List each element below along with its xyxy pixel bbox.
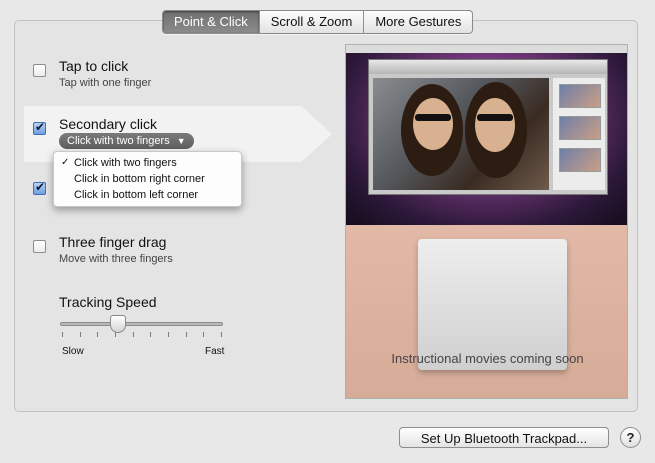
slider-ticks: [62, 332, 222, 338]
three-finger-drag-subtitle: Move with three fingers: [59, 253, 173, 265]
thumbnail: [559, 148, 601, 172]
tab-bar: Point & Click Scroll & Zoom More Gesture…: [162, 10, 474, 34]
look-up-checkbox[interactable]: [33, 180, 46, 195]
tracking-speed-title: Tracking Speed: [59, 294, 157, 310]
slider-tick: [186, 332, 187, 337]
slider-tick: [168, 332, 169, 337]
tab-more-gestures[interactable]: More Gestures: [363, 11, 472, 33]
video-screen: [346, 45, 627, 225]
preview-menubar: [346, 45, 627, 53]
slider-tick: [203, 332, 204, 337]
slider-min-label: Slow: [62, 346, 84, 357]
sunglasses-left: [415, 114, 451, 121]
face-right: [475, 98, 515, 152]
triangle-down-icon: ▼: [176, 136, 186, 146]
menu-item-bottom-right[interactable]: Click in bottom right corner: [54, 171, 241, 187]
menu-item-two-fingers[interactable]: ✓ Click with two fingers: [54, 155, 241, 171]
tracking-speed-slider[interactable]: [60, 315, 223, 333]
setup-bluetooth-trackpad-button[interactable]: Set Up Bluetooth Trackpad...: [399, 427, 609, 448]
secondary-click-menu: ✓ Click with two fingers Click in bottom…: [53, 151, 242, 207]
preview-window-toolbar: [369, 60, 607, 74]
secondary-click-checkbox[interactable]: [33, 120, 46, 135]
menu-item-label: Click with two fingers: [74, 157, 177, 169]
thumbnail: [559, 116, 601, 140]
menu-item-label: Click in bottom right corner: [74, 173, 205, 185]
preview-photo: [373, 78, 549, 190]
secondary-click-popup[interactable]: Click with two fingers ▼: [59, 133, 194, 149]
tab-scroll-and-zoom[interactable]: Scroll & Zoom: [258, 11, 364, 33]
slider-tick: [221, 332, 222, 337]
tap-to-click-subtitle: Tap with one finger: [59, 77, 152, 89]
slider-tick: [150, 332, 151, 337]
three-finger-drag-checkbox[interactable]: [33, 240, 46, 253]
slider-tick: [62, 332, 63, 337]
preview-sidebar: [553, 78, 605, 190]
tab-point-and-click[interactable]: Point & Click: [163, 11, 259, 33]
instructional-video-preview: Instructional movies coming soon: [345, 44, 628, 399]
tap-to-click-title: Tap to click: [59, 58, 129, 74]
preview-window: [368, 59, 608, 195]
face-left: [413, 98, 453, 150]
menu-item-label: Click in bottom left corner: [74, 189, 199, 201]
slider-tick: [97, 332, 98, 337]
three-finger-drag-title: Three finger drag: [59, 234, 167, 250]
slider-tick: [115, 332, 116, 337]
checkmark-icon: ✓: [61, 157, 70, 168]
secondary-click-title: Secondary click: [59, 116, 158, 132]
slider-tick: [133, 332, 134, 337]
slider-tick: [80, 332, 81, 337]
slider-knob[interactable]: [110, 315, 126, 333]
menu-item-bottom-left[interactable]: Click in bottom left corner: [54, 187, 241, 203]
sunglasses-right: [477, 114, 513, 121]
tap-to-click-checkbox[interactable]: [33, 64, 46, 77]
preview-caption: Instructional movies coming soon: [391, 351, 584, 366]
slider-max-label: Fast: [205, 346, 225, 357]
secondary-click-popup-value: Click with two fingers: [67, 135, 170, 147]
thumbnail: [559, 84, 601, 108]
help-button[interactable]: ?: [620, 427, 641, 448]
